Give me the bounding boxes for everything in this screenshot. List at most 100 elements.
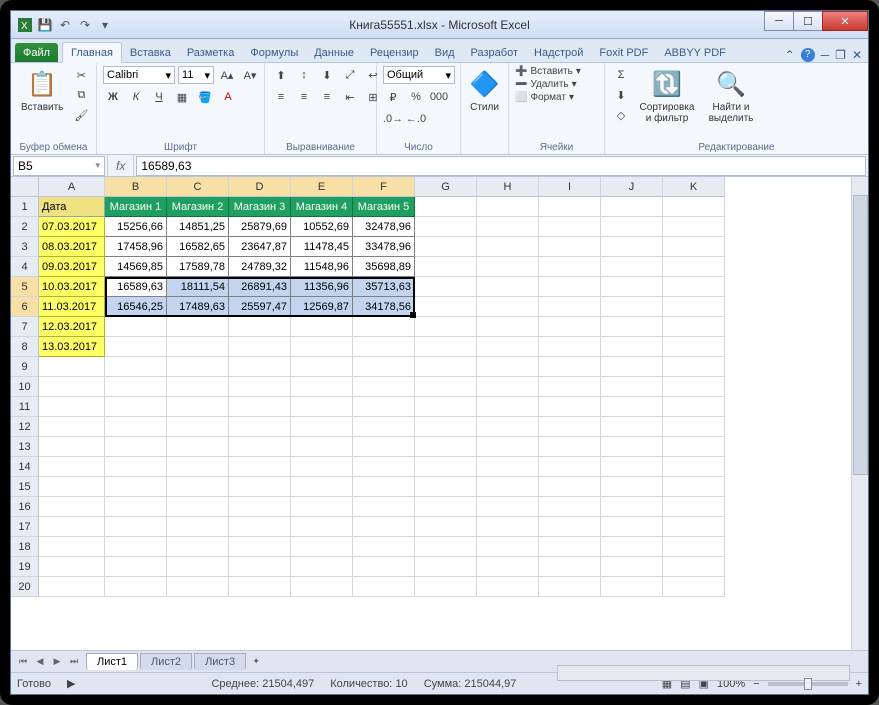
sort-filter-button[interactable]: 🔃 Сортировка и фильтр: [635, 66, 699, 126]
cell-C9[interactable]: [167, 357, 229, 377]
undo-icon[interactable]: ↶: [57, 17, 73, 33]
cell-B5[interactable]: 16589,63: [105, 277, 167, 297]
cell-B1[interactable]: Магазин 1: [105, 197, 167, 217]
col-header-G[interactable]: G: [415, 177, 477, 197]
cell-E7[interactable]: [291, 317, 353, 337]
cell-G8[interactable]: [415, 337, 477, 357]
cell-J14[interactable]: [601, 457, 663, 477]
cell-J4[interactable]: [601, 257, 663, 277]
cell-J10[interactable]: [601, 377, 663, 397]
col-header-K[interactable]: K: [663, 177, 725, 197]
save-icon[interactable]: 💾: [37, 17, 53, 33]
cell-K2[interactable]: [663, 217, 725, 237]
sheet-tab-3[interactable]: Лист3: [194, 653, 246, 670]
sheet-nav-last-icon[interactable]: ⏭: [66, 654, 82, 670]
cell-E1[interactable]: Магазин 4: [291, 197, 353, 217]
border-icon[interactable]: ▦: [172, 88, 192, 106]
cell-G3[interactable]: [415, 237, 477, 257]
percent-icon[interactable]: %: [406, 88, 426, 106]
cell-D16[interactable]: [229, 497, 291, 517]
row-header-13[interactable]: 13: [11, 437, 39, 457]
cell-D15[interactable]: [229, 477, 291, 497]
select-all-corner[interactable]: [11, 177, 39, 197]
fx-icon[interactable]: fx: [107, 155, 134, 176]
cell-I5[interactable]: [539, 277, 601, 297]
cell-D7[interactable]: [229, 317, 291, 337]
row-header-19[interactable]: 19: [11, 557, 39, 577]
cells-delete-button[interactable]: ➖Удалить▾: [515, 79, 598, 90]
cell-D14[interactable]: [229, 457, 291, 477]
cell-E18[interactable]: [291, 537, 353, 557]
cell-J18[interactable]: [601, 537, 663, 557]
cell-I12[interactable]: [539, 417, 601, 437]
clear-icon[interactable]: ◇: [611, 106, 631, 124]
cell-D8[interactable]: [229, 337, 291, 357]
cell-B7[interactable]: [105, 317, 167, 337]
cell-K9[interactable]: [663, 357, 725, 377]
cell-E17[interactable]: [291, 517, 353, 537]
cell-K6[interactable]: [663, 297, 725, 317]
sheet-nav-first-icon[interactable]: ⏮: [15, 654, 31, 670]
cell-D4[interactable]: 24789,32: [229, 257, 291, 277]
row-header-18[interactable]: 18: [11, 537, 39, 557]
column-headers[interactable]: ABCDEFGHIJK: [39, 177, 725, 197]
close-button[interactable]: ✕: [822, 11, 868, 31]
cell-I19[interactable]: [539, 557, 601, 577]
cell-A2[interactable]: 07.03.2017: [39, 217, 105, 237]
row-header-14[interactable]: 14: [11, 457, 39, 477]
cells-area[interactable]: ДатаМагазин 1Магазин 2Магазин 3Магазин 4…: [39, 197, 725, 597]
row-header-4[interactable]: 4: [11, 257, 39, 277]
cell-G7[interactable]: [415, 317, 477, 337]
row-header-5[interactable]: 5: [11, 277, 39, 297]
cell-A3[interactable]: 08.03.2017: [39, 237, 105, 257]
cell-J13[interactable]: [601, 437, 663, 457]
cell-F20[interactable]: [353, 577, 415, 597]
cell-G18[interactable]: [415, 537, 477, 557]
tab-foxit[interactable]: Foxit PDF: [591, 43, 656, 62]
cell-K16[interactable]: [663, 497, 725, 517]
cell-A13[interactable]: [39, 437, 105, 457]
inc-dec-icon[interactable]: .0→: [383, 110, 403, 128]
col-header-J[interactable]: J: [601, 177, 663, 197]
minimize-button[interactable]: ─: [764, 11, 794, 31]
paste-button[interactable]: 📋 Вставить: [17, 66, 67, 115]
cell-J17[interactable]: [601, 517, 663, 537]
cell-B4[interactable]: 14569,85: [105, 257, 167, 277]
cell-E4[interactable]: 11548,96: [291, 257, 353, 277]
cell-F1[interactable]: Магазин 5: [353, 197, 415, 217]
cell-A12[interactable]: [39, 417, 105, 437]
cell-A7[interactable]: 12.03.2017: [39, 317, 105, 337]
row-header-12[interactable]: 12: [11, 417, 39, 437]
cells-format-button[interactable]: ⬜Формат▾: [515, 92, 598, 103]
cell-D18[interactable]: [229, 537, 291, 557]
cell-J2[interactable]: [601, 217, 663, 237]
col-header-E[interactable]: E: [291, 177, 353, 197]
cell-H3[interactable]: [477, 237, 539, 257]
cell-H12[interactable]: [477, 417, 539, 437]
cell-C18[interactable]: [167, 537, 229, 557]
orientation-icon[interactable]: ⤢: [340, 66, 360, 84]
cell-J19[interactable]: [601, 557, 663, 577]
col-header-A[interactable]: A: [39, 177, 105, 197]
cell-I13[interactable]: [539, 437, 601, 457]
cell-K11[interactable]: [663, 397, 725, 417]
row-header-1[interactable]: 1: [11, 197, 39, 217]
doc-close-icon[interactable]: ✕: [852, 48, 862, 62]
cell-I7[interactable]: [539, 317, 601, 337]
doc-restore-icon[interactable]: ❐: [835, 48, 846, 62]
tab-review[interactable]: Рецензир: [362, 43, 427, 62]
cell-J1[interactable]: [601, 197, 663, 217]
cell-K1[interactable]: [663, 197, 725, 217]
tab-addins[interactable]: Надстрой: [526, 43, 591, 62]
cell-K14[interactable]: [663, 457, 725, 477]
cell-E15[interactable]: [291, 477, 353, 497]
cell-H1[interactable]: [477, 197, 539, 217]
cell-H19[interactable]: [477, 557, 539, 577]
sheet-tab-2[interactable]: Лист2: [140, 653, 192, 670]
cell-G15[interactable]: [415, 477, 477, 497]
italic-button[interactable]: К: [126, 88, 146, 106]
cell-D11[interactable]: [229, 397, 291, 417]
cell-I16[interactable]: [539, 497, 601, 517]
cell-K15[interactable]: [663, 477, 725, 497]
cell-B6[interactable]: 16546,25: [105, 297, 167, 317]
